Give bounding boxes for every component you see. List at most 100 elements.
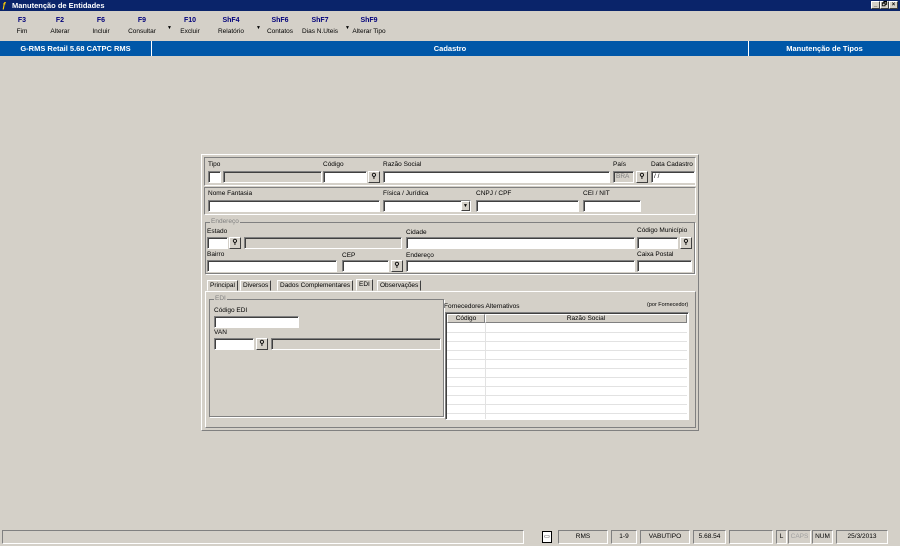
edi-group-caption: EDI — [214, 295, 227, 303]
cei-nit-label: CEI / NIT — [583, 190, 610, 197]
clipboard-icon[interactable]: ▭ — [542, 531, 552, 543]
table-row[interactable] — [447, 342, 687, 351]
toolbar-label: Consultar — [128, 28, 156, 35]
nome-fantasia-label: Nome Fantasia — [208, 190, 253, 197]
toolbar-key: ShF6 — [271, 17, 289, 24]
table-row[interactable] — [447, 396, 687, 405]
header-app-info: G-RMS Retail 5.68 CATPC RMS — [0, 41, 152, 56]
cei-nit-field[interactable] — [583, 200, 641, 212]
estado-description-field — [244, 237, 402, 249]
tab-dados-complementares[interactable]: Dados Complementares — [277, 280, 354, 291]
edi-group: EDI Código EDI VAN ⚲ — [209, 295, 444, 417]
toolbar-button-alterar[interactable]: F2 Alterar — [38, 12, 82, 41]
status-l: L — [776, 530, 787, 544]
toolbar-label: Relatório — [217, 28, 244, 35]
toolbar-key: ShF7 — [311, 17, 329, 24]
close-button[interactable]: × — [889, 1, 898, 9]
toolbar-key: F9 — [137, 17, 147, 24]
header-strip: G-RMS Retail 5.68 CATPC RMS Cadastro Man… — [0, 41, 900, 56]
bairro-label: Bairro — [207, 251, 225, 258]
fornecedores-table[interactable]: Código Razão Social — [445, 312, 689, 420]
binoculars-icon[interactable]: ⚲ — [391, 260, 403, 272]
van-field[interactable] — [214, 338, 254, 350]
endereco-group-caption: Endereço — [210, 218, 240, 226]
toolbar-button-relatorio[interactable]: ShF4 Relatório ▼ — [209, 12, 261, 41]
fisica-juridica-select[interactable] — [383, 200, 471, 212]
tab-diversos[interactable]: Diversos — [240, 280, 272, 291]
toolbar-button-dias-uteis[interactable]: ShF7 Dias N.Uteis ▼ — [298, 12, 350, 41]
status-message — [2, 530, 524, 544]
toolbar-button-excluir[interactable]: F10 Excluir — [168, 12, 212, 41]
app-icon: ƒ — [2, 1, 7, 10]
fornecedores-label: Fornecedores Alternativos — [444, 303, 520, 310]
personal-section: Nome Fantasia Física / Jurídica ▼ CNPJ /… — [204, 187, 696, 215]
column-header-codigo[interactable]: Código — [447, 314, 485, 323]
title-bar: ƒ Manutenção de Entidades _ 🗗 × — [0, 0, 900, 11]
tab-observacoes[interactable]: Observações — [377, 280, 422, 291]
razao-social-field[interactable] — [383, 171, 610, 183]
table-row[interactable] — [447, 351, 687, 360]
endereco-label: Endereço — [406, 252, 434, 259]
cep-field[interactable] — [342, 260, 389, 272]
toolbar-key: ShF9 — [360, 17, 378, 24]
restore-button[interactable]: 🗗 — [880, 1, 889, 9]
codigo-municipio-label: Código Município — [637, 227, 688, 234]
toolbar-button-alterar-tipo[interactable]: ShF9 Alterar Tipo — [347, 12, 391, 41]
table-row[interactable] — [447, 324, 687, 333]
status-user: VABUTIPO — [640, 530, 690, 544]
cidade-label: Cidade — [406, 229, 427, 236]
table-row[interactable] — [447, 369, 687, 378]
estado-field[interactable] — [207, 237, 228, 249]
table-row[interactable] — [447, 360, 687, 369]
status-page: 1-9 — [611, 530, 637, 544]
binoculars-icon[interactable]: ⚲ — [680, 237, 692, 249]
toolbar-key: ShF4 — [222, 17, 240, 24]
minimize-button[interactable]: _ — [871, 1, 880, 9]
binoculars-icon[interactable]: ⚲ — [256, 338, 268, 350]
binoculars-icon[interactable]: ⚲ — [368, 171, 380, 183]
estado-label: Estado — [207, 228, 228, 235]
toolbar-button-contatos[interactable]: ShF6 Contatos — [258, 12, 302, 41]
toolbar-button-consultar[interactable]: F9 Consultar ▼ — [120, 12, 172, 41]
toolbar-label: Contatos — [266, 28, 294, 35]
binoculars-icon[interactable]: ⚲ — [636, 171, 648, 183]
cnpj-cpf-field[interactable] — [476, 200, 579, 212]
caixa-postal-label: Caixa Postal — [637, 251, 674, 258]
table-row[interactable] — [447, 333, 687, 342]
table-row[interactable] — [447, 378, 687, 387]
van-description-field — [271, 338, 441, 350]
tab-edi[interactable]: EDI — [356, 279, 373, 291]
tipo-label: Tipo — [208, 161, 221, 168]
codigo-edi-field[interactable] — [214, 316, 299, 328]
toolbar-label: Incluir — [92, 28, 110, 35]
por-fornecedor-label: (por Fornecedor) — [647, 302, 689, 308]
codigo-municipio-field[interactable] — [637, 237, 678, 249]
binoculars-icon[interactable]: ⚲ — [229, 237, 241, 249]
status-num: NUM — [812, 530, 833, 544]
window-title: Manutenção de Entidades — [12, 1, 105, 10]
status-caps: CAPS — [788, 530, 811, 544]
caixa-postal-field[interactable] — [637, 260, 692, 272]
data-cadastro-field[interactable]: / / — [651, 171, 695, 183]
toolbar-label: Dias N.Uteis — [301, 28, 339, 35]
endereco-field[interactable] — [406, 260, 635, 272]
bairro-field[interactable] — [207, 260, 337, 272]
table-row[interactable] — [447, 387, 687, 396]
chevron-down-icon[interactable]: ▼ — [461, 201, 470, 211]
tab-principal[interactable]: Principal — [207, 280, 238, 291]
nome-fantasia-field[interactable] — [208, 200, 380, 212]
table-row[interactable] — [447, 405, 687, 414]
endereco-group: Endereço Estado ⚲ Cidade Código Municípi… — [205, 218, 695, 274]
data-cadastro-label: Data Cadastro — [651, 161, 693, 168]
tipo-field[interactable] — [208, 171, 221, 183]
codigo-field[interactable] — [323, 171, 367, 183]
column-header-razao-social[interactable]: Razão Social — [485, 314, 687, 323]
cidade-field[interactable] — [406, 237, 635, 249]
toolbar-button-incluir[interactable]: F6 Incluir — [79, 12, 123, 41]
pais-field[interactable]: BRA — [613, 171, 634, 183]
form-panel: Tipo Código ⚲ Razão Social País BRA ⚲ Da… — [201, 154, 699, 431]
toolbar-label: Alterar — [50, 28, 70, 35]
razao-social-label: Razão Social — [383, 161, 422, 168]
codigo-label: Código — [323, 161, 344, 168]
status-version: 5.68.54 — [693, 530, 726, 544]
